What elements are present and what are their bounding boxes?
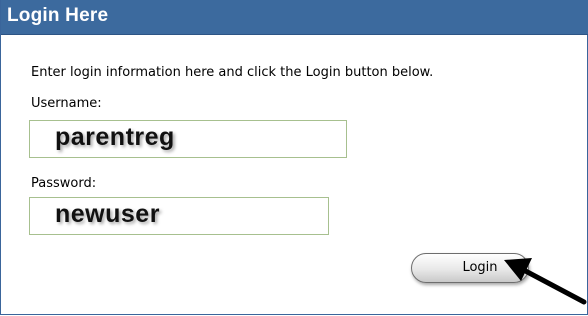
login-instructions: Enter login information here and click t… [31,65,434,80]
password-value: newuser [55,200,160,228]
login-panel: Login Here Enter login information here … [0,0,588,315]
password-input[interactable]: newuser [29,197,329,235]
username-input[interactable]: parentreg [29,120,347,158]
username-value: parentreg [55,123,175,151]
password-label: Password: [31,176,97,191]
panel-title: Login Here [7,5,109,26]
panel-header: Login Here [1,0,588,35]
arrow-pointer-icon [504,258,587,305]
username-label: Username: [31,96,102,111]
